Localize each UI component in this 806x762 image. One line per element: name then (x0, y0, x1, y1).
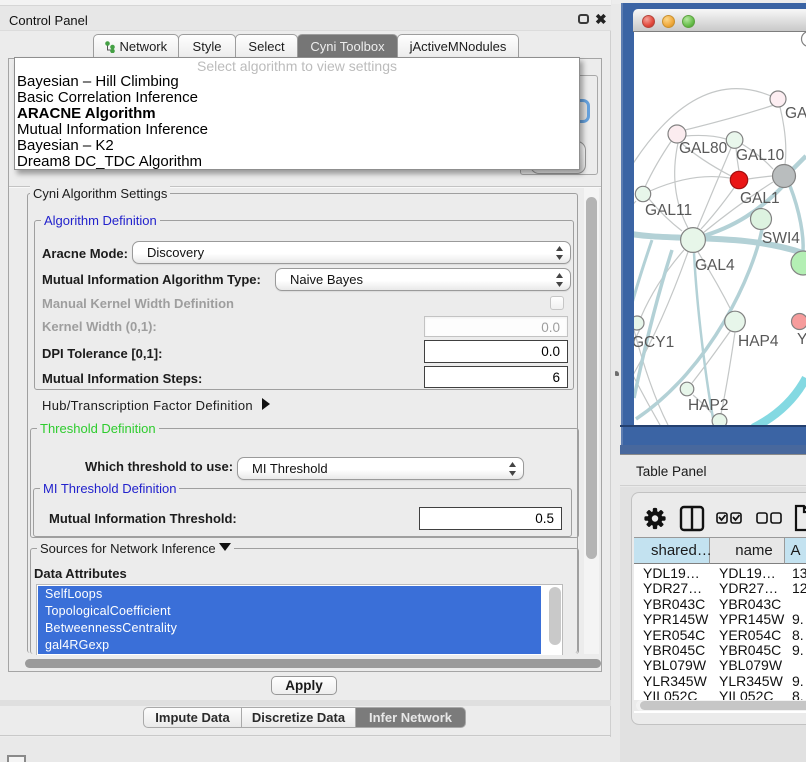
svg-text:GAL80: GAL80 (679, 140, 728, 157)
svg-text:GAL11: GAL11 (645, 202, 692, 219)
svg-text:GAL4: GAL4 (695, 257, 735, 274)
svg-text:GAL2: GAL2 (785, 105, 806, 122)
svg-text:SWI4: SWI4 (762, 230, 800, 247)
svg-text:YJ: YJ (797, 331, 806, 348)
svg-text:GAL10: GAL10 (736, 147, 785, 164)
svg-text:GAL1: GAL1 (740, 190, 780, 207)
svg-text:HAP2: HAP2 (688, 397, 729, 414)
svg-text:HAP4: HAP4 (738, 333, 779, 350)
svg-text:GCY1: GCY1 (634, 334, 674, 351)
